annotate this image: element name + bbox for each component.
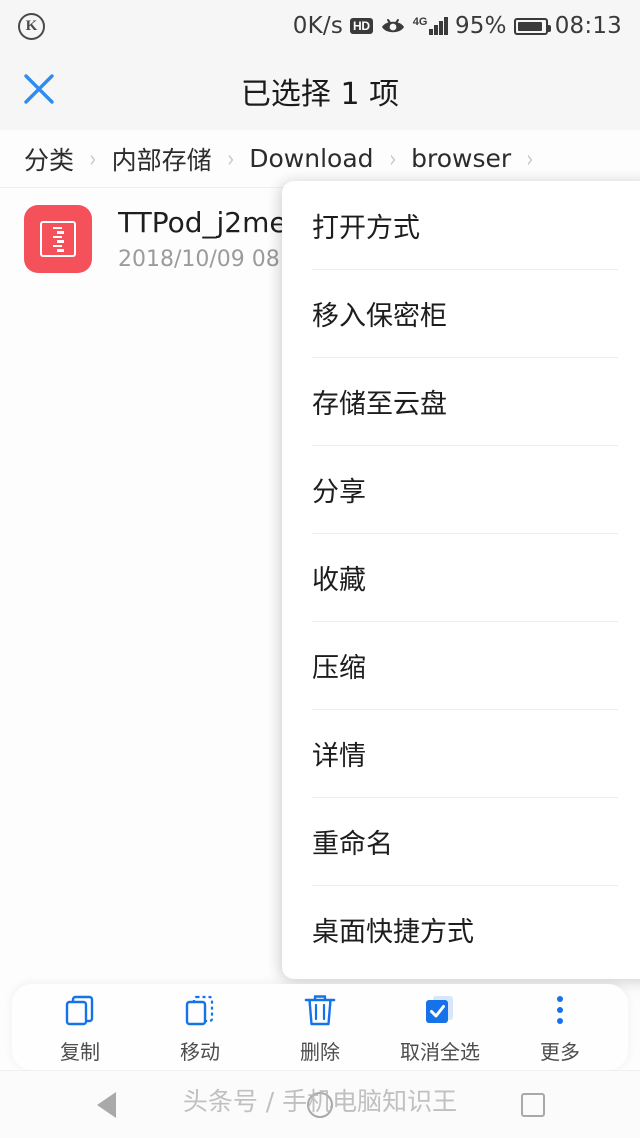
chevron-right-icon: › — [226, 144, 235, 173]
deselect-all-button[interactable]: 取消全选 — [385, 990, 495, 1065]
more-dots — [557, 995, 563, 1024]
move-icon — [181, 990, 219, 1030]
nav-back-button[interactable] — [47, 1071, 167, 1138]
file-name-label: TTPod_j2me_ — [118, 206, 301, 239]
nav-recents-button[interactable] — [473, 1071, 593, 1138]
delete-label: 删除 — [300, 1039, 340, 1064]
breadcrumb-item-1[interactable]: 内部存储 — [112, 141, 212, 177]
network-speed-label: 0K/s — [292, 13, 344, 39]
chevron-right-icon: › — [89, 144, 97, 173]
move-label: 移动 — [180, 1039, 220, 1064]
hd-badge-icon: HD — [350, 18, 373, 34]
copy-label: 复制 — [60, 1039, 100, 1064]
status-bar-left: K — [18, 12, 45, 40]
file-date-label: 2018/10/09 08 — [118, 247, 280, 272]
zip-glyph — [40, 221, 76, 257]
menu-item-share[interactable]: 分享 — [282, 445, 640, 533]
status-bar: K 0K/s HD 4G 95% 08:13 — [0, 0, 640, 52]
network-type-label: 4G — [412, 16, 428, 28]
close-icon — [19, 69, 59, 114]
menu-item-move-to-safe[interactable]: 移入保密柜 — [282, 269, 640, 357]
app-bar: 已选择 1 项 — [0, 52, 640, 130]
menu-item-save-to-cloud[interactable]: 存储至云盘 — [282, 357, 640, 445]
menu-item-details[interactable]: 详情 — [282, 709, 640, 797]
menu-item-rename[interactable]: 重命名 — [282, 797, 640, 885]
signal-strength-icon: 4G — [413, 17, 448, 35]
clock-label: 08:13 — [554, 13, 622, 39]
more-vertical-icon — [557, 990, 563, 1030]
chevron-right-icon: › — [526, 144, 534, 173]
phone-screen: K 0K/s HD 4G 95% 08:13 已选择 1 项 分类 › 内部存储… — [0, 0, 640, 1138]
carrier-logo-icon: K — [18, 12, 45, 40]
nav-home-button[interactable] — [260, 1071, 380, 1138]
menu-item-desktop-shortcut[interactable]: 桌面快捷方式 — [282, 885, 640, 973]
status-bar-right: 0K/s HD 4G 95% 08:13 — [293, 13, 622, 39]
copy-button[interactable]: 复制 — [25, 990, 135, 1065]
battery-icon — [513, 17, 551, 35]
bottom-toolbar: 复制 移动 删除 取消全选 更多 — [12, 984, 628, 1070]
breadcrumb-item-0[interactable]: 分类 — [24, 141, 74, 177]
eye-comfort-icon — [380, 16, 406, 36]
page-title: 已选择 1 项 — [240, 77, 400, 112]
delete-button[interactable]: 删除 — [265, 990, 375, 1065]
home-circle-icon — [306, 1091, 333, 1118]
navigation-bar — [0, 1070, 640, 1138]
move-button[interactable]: 移动 — [145, 990, 255, 1065]
zip-teeth — [52, 226, 64, 252]
context-menu: 打开方式 移入保密柜 存储至云盘 分享 收藏 压缩 详情 重命名 桌面快捷方式 — [282, 181, 640, 979]
signal-bars-icon — [429, 17, 448, 35]
deselect-all-label: 取消全选 — [400, 1039, 480, 1064]
back-triangle-icon — [97, 1091, 117, 1118]
menu-item-compress[interactable]: 压缩 — [282, 621, 640, 709]
chevron-right-icon: › — [388, 144, 396, 173]
breadcrumb: 分类 › 内部存储 › Download › browser › — [0, 130, 640, 188]
menu-item-favorite[interactable]: 收藏 — [282, 533, 640, 621]
recents-square-icon — [521, 1092, 546, 1117]
more-label: 更多 — [540, 1039, 580, 1064]
menu-item-open-with[interactable]: 打开方式 — [282, 181, 640, 269]
file-meta: TTPod_j2me_ 2018/10/09 08 — [118, 206, 301, 272]
breadcrumb-item-3[interactable]: browser — [411, 144, 511, 173]
checkbox-checked-icon — [421, 990, 459, 1030]
more-button[interactable]: 更多 — [505, 990, 615, 1065]
trash-icon — [301, 990, 339, 1030]
archive-icon — [24, 205, 92, 273]
breadcrumb-item-2[interactable]: Download — [249, 144, 373, 173]
copy-icon — [61, 990, 99, 1030]
battery-percent-label: 95% — [454, 13, 507, 39]
close-selection-button[interactable] — [0, 52, 78, 130]
